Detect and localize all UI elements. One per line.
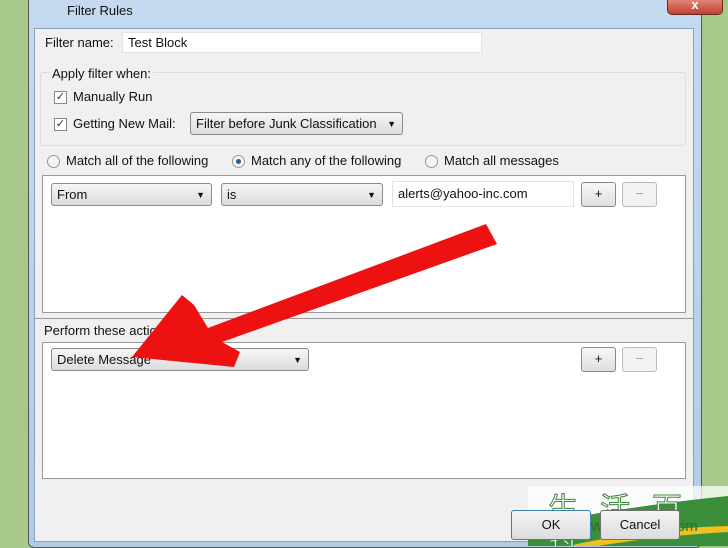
red-arrow-icon	[132, 224, 497, 367]
cancel-button[interactable]: Cancel	[600, 510, 680, 540]
red-arrow-annotation	[132, 224, 497, 367]
ok-button[interactable]: OK	[511, 510, 591, 540]
